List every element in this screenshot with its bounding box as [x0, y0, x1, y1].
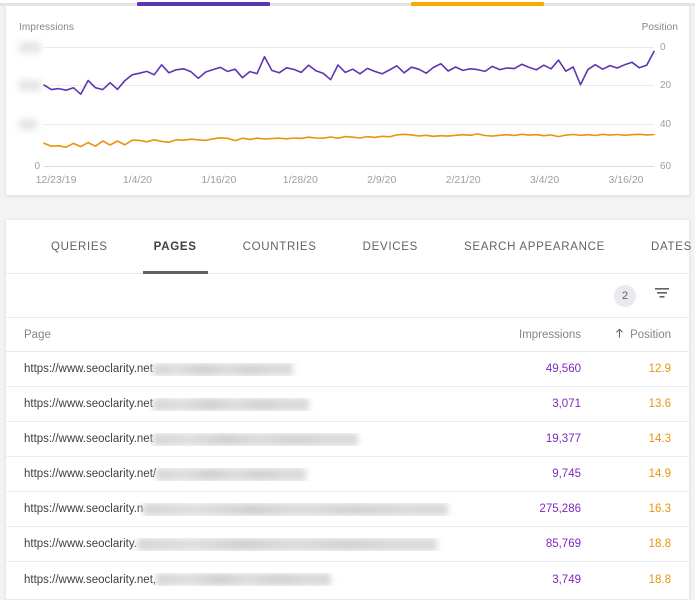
- table-row[interactable]: https://www.seoclarity.n 275,286 16.3: [6, 492, 689, 527]
- x-axis-label: 1/16/20: [201, 174, 237, 186]
- column-header-page[interactable]: Page: [6, 329, 461, 341]
- page-url-redacted: [156, 467, 307, 481]
- right-axis-title: Position: [641, 22, 678, 33]
- x-axis-label: 3/16/20: [608, 174, 644, 186]
- chart-plot-area: [43, 40, 655, 168]
- tab-label: DATES: [651, 240, 693, 253]
- cell-page[interactable]: https://www.seoclarity.net: [6, 362, 461, 376]
- cell-impressions: 3,071: [552, 398, 581, 410]
- cell-position: 12.9: [648, 363, 671, 375]
- cell-page[interactable]: https://www.seoclarity.net/: [6, 467, 461, 481]
- tab-dates[interactable]: DATES: [649, 220, 694, 274]
- tab-search-appearance[interactable]: SEARCH APPEARANCE: [462, 220, 607, 274]
- chart-series-lines: [43, 50, 655, 148]
- page-url-redacted: [136, 537, 437, 551]
- x-axis-label: 2/21/20: [445, 174, 481, 186]
- cell-page[interactable]: https://www.seoclarity.net: [6, 397, 461, 411]
- x-axis-label: 3/4/20: [529, 174, 560, 186]
- table-row[interactable]: https://www.seoclarity. 85,769 18.8: [6, 527, 689, 562]
- column-header-impressions[interactable]: Impressions: [461, 329, 581, 341]
- page-url-prefix: https://www.seoclarity.net/: [24, 468, 157, 480]
- cell-page[interactable]: https://www.seoclarity.n: [6, 502, 461, 516]
- cell-position: 18.8: [648, 538, 671, 550]
- tab-queries[interactable]: QUERIES: [49, 220, 110, 274]
- performance-chart-card: Impressions Position 0 0 20 40 60 12/23/…: [5, 6, 690, 196]
- arrow-up-icon: [614, 328, 625, 342]
- page-url-redacted: [156, 573, 332, 586]
- table-row[interactable]: https://www.seoclarity.net/9,745 14.9: [6, 457, 689, 492]
- page-url-prefix: https://www.seoclarity.net: [24, 398, 153, 410]
- cell-impressions: 275,286: [539, 503, 581, 515]
- tab-label: DEVICES: [362, 240, 419, 253]
- cell-impressions: 85,769: [545, 538, 581, 550]
- left-axis-title: Impressions: [19, 22, 75, 33]
- right-axis-tick-20: 20: [660, 80, 672, 91]
- left-axis-redacted-tick-3: [19, 119, 37, 130]
- tab-label: QUERIES: [51, 240, 108, 253]
- x-axis-label: 2/9/20: [367, 174, 397, 186]
- dimension-table-card: QUERIES PAGES COUNTRIES DEVICES SEARCH APPEA…: [5, 219, 691, 600]
- filter-icon[interactable]: [653, 284, 671, 307]
- page-url-redacted: [152, 432, 358, 446]
- table-row[interactable]: https://www.seoclarity.net 49,560 12.9: [6, 352, 689, 387]
- tab-label: SEARCH APPEARANCE: [464, 240, 606, 253]
- cell-position: 14.9: [648, 468, 671, 480]
- page-url-prefix: https://www.seoclarity.n: [24, 503, 144, 515]
- cell-position: 16.3: [648, 503, 671, 515]
- page-url-prefix: https://www.seoclarity.net,: [24, 573, 157, 586]
- tab-pages[interactable]: PAGES: [142, 220, 208, 274]
- cell-position: 14.3: [648, 433, 671, 445]
- cell-impressions: 9,745: [552, 468, 581, 480]
- cell-page[interactable]: https://www.seoclarity.: [6, 537, 461, 551]
- cell-page[interactable]: https://www.seoclarity.net,: [6, 573, 461, 586]
- cell-impressions: 3,749: [552, 573, 581, 586]
- table-row[interactable]: https://www.seoclarity.net 19,377 14.3: [6, 422, 689, 457]
- table-row[interactable]: https://www.seoclarity.net, 3,749 18.8: [6, 562, 689, 597]
- filter-count-badge[interactable]: 2: [614, 284, 636, 307]
- x-axis-label: 1/4/20: [122, 174, 153, 186]
- cell-page[interactable]: https://www.seoclarity.net: [6, 432, 461, 446]
- page-url-redacted: [152, 362, 293, 376]
- cell-position: 18.8: [648, 573, 671, 586]
- table-row[interactable]: https://www.seoclarity.net 3,071 13.6: [6, 387, 689, 422]
- page-url-redacted: [143, 502, 449, 516]
- filter-toolbar: 2: [6, 274, 689, 318]
- left-axis-tick-zero: 0: [34, 161, 40, 172]
- right-axis-tick-40: 40: [660, 119, 672, 130]
- column-header-position-label: Position: [630, 328, 671, 341]
- tab-label: PAGES: [153, 240, 197, 253]
- left-axis-redacted-tick-1: [19, 42, 41, 53]
- tab-devices[interactable]: DEVICES: [361, 220, 420, 274]
- cell-impressions: 19,377: [545, 433, 581, 445]
- search-console-performance-page: Impressions Position 0 0 20 40 60 12/23/…: [0, 0, 695, 600]
- page-url-prefix: https://www.seoclarity.: [24, 538, 137, 550]
- cell-impressions: 49,560: [545, 363, 581, 375]
- tab-countries[interactable]: COUNTRIES: [241, 220, 319, 274]
- table-body: https://www.seoclarity.net 49,560 12.9 http…: [6, 352, 689, 597]
- page-url-prefix: https://www.seoclarity.net: [24, 433, 153, 445]
- cell-position: 13.6: [648, 398, 671, 410]
- x-axis-labels: 12/23/19 1/4/20 1/16/20 1/28/20 2/9/20 2/21/2…: [36, 174, 654, 190]
- left-axis-redacted-tick-2: [19, 80, 41, 91]
- x-axis-label: 1/28/20: [282, 174, 318, 186]
- right-axis-tick-0: 0: [660, 42, 666, 53]
- column-header-position[interactable]: Position: [581, 328, 689, 342]
- x-axis-label: 12/23/19: [35, 174, 77, 186]
- impressions-line: [43, 50, 655, 96]
- position-line: [43, 133, 655, 148]
- page-url-redacted: [152, 397, 309, 411]
- right-axis-tick-60: 60: [660, 161, 672, 172]
- table-header-row: Page Impressions Position: [6, 318, 689, 352]
- dimension-tabs: QUERIES PAGES COUNTRIES DEVICES SEARCH APPEA…: [6, 220, 691, 274]
- tab-label: COUNTRIES: [242, 240, 317, 253]
- page-url-prefix: https://www.seoclarity.net: [24, 363, 153, 375]
